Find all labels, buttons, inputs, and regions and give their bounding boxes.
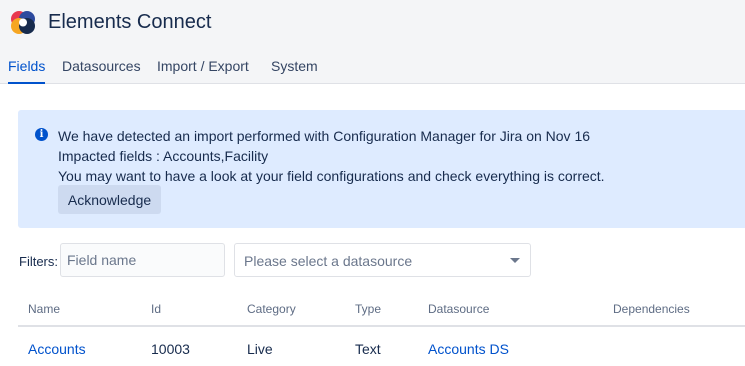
table-header-divider — [18, 325, 745, 327]
elements-connect-logo — [11, 11, 35, 34]
column-header-type[interactable]: Type — [355, 302, 381, 316]
banner-message: We have detected an import performed wit… — [58, 128, 591, 144]
acknowledge-button[interactable]: Acknowledge — [58, 185, 161, 214]
app-title: Elements Connect — [48, 11, 212, 33]
tab-fields[interactable]: Fields — [8, 58, 46, 84]
field-category: Live — [247, 341, 273, 357]
column-header-category[interactable]: Category — [247, 302, 296, 316]
import-info-banner: i We have detected an import performed w… — [18, 110, 745, 228]
filters-label: Filters: — [19, 254, 58, 269]
datasource-link[interactable]: Accounts DS — [428, 341, 509, 357]
field-type: Text — [355, 341, 381, 357]
field-id: 10003 — [151, 341, 190, 357]
tab-datasources[interactable]: Datasources — [62, 58, 141, 84]
datasource-select[interactable]: Please select a datasource — [234, 243, 531, 277]
banner-impacted-fields: Impacted fields : Accounts,Facility — [58, 148, 269, 164]
banner-advice: You may want to have a look at your fiel… — [58, 168, 605, 184]
info-icon: i — [35, 128, 48, 141]
field-name-link[interactable]: Accounts — [28, 341, 86, 357]
column-header-id[interactable]: Id — [151, 302, 161, 316]
field-name-input[interactable] — [60, 243, 225, 277]
app-header: Elements Connect Fields Datasources Impo… — [0, 0, 745, 84]
tab-system[interactable]: System — [271, 58, 318, 84]
column-header-dependencies[interactable]: Dependencies — [613, 302, 690, 316]
datasource-select-placeholder: Please select a datasource — [244, 253, 413, 269]
chevron-down-icon — [510, 258, 520, 263]
column-header-name[interactable]: Name — [28, 302, 60, 316]
column-header-datasource[interactable]: Datasource — [428, 302, 489, 316]
tab-import-export[interactable]: Import / Export — [157, 58, 249, 84]
